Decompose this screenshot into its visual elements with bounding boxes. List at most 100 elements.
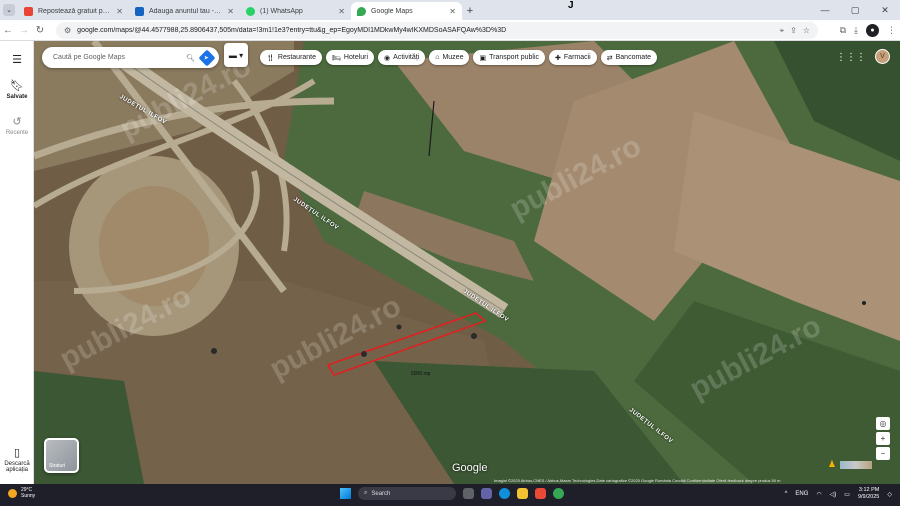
directions-button[interactable]: ➤ — [198, 49, 216, 66]
extensions-icon[interactable]: ⧉ — [840, 25, 846, 36]
minimize-icon[interactable]: — — [810, 0, 840, 20]
bus-icon: ▣ — [479, 54, 487, 62]
back-icon[interactable]: ← — [0, 20, 16, 41]
layers-menu-button[interactable]: ▬ ▾ — [224, 43, 248, 67]
zoom-out-button[interactable]: − — [876, 447, 890, 460]
location-icon[interactable]: ⌖ — [780, 26, 785, 36]
pegman-icon[interactable]: ♟ — [828, 459, 836, 470]
search-icon[interactable]: 🔍︎ — [186, 54, 195, 62]
maps-pin-icon — [357, 6, 366, 16]
taskbar-search[interactable]: ⌕ Search — [358, 487, 456, 500]
teams-icon[interactable] — [481, 488, 492, 499]
camera-icon: ◉ — [384, 54, 391, 62]
system-tray: ^ ENG ◠ ◁) ▭ 3:12 PM 9/9/2025 ◇ — [785, 487, 892, 501]
profile-avatar[interactable]: ● — [866, 24, 879, 37]
share-icon[interactable]: ⇪ — [790, 26, 797, 35]
whatsapp-icon — [246, 6, 255, 16]
google-logo: Google — [452, 462, 488, 474]
sun-icon — [8, 488, 17, 498]
zoom-in-button[interactable]: + — [876, 432, 890, 445]
browser-toolbar: ⧉ ⤓ ● ⋮ — [840, 22, 896, 39]
layers-label: Straturi — [49, 463, 66, 469]
map-controls: ◎ + − — [876, 417, 890, 460]
area-label: 5000 mp — [411, 371, 431, 377]
recent-button[interactable]: ↺ Recente — [0, 115, 34, 136]
close-icon[interactable]: ✕ — [449, 7, 456, 16]
close-window-icon[interactable]: ✕ — [870, 0, 900, 20]
window-controls: — ▢ ✕ — [810, 0, 900, 20]
chip-museums[interactable]: ⌂ Muzee — [429, 50, 470, 65]
maps-sidebar: ☰ 🔖︎ Salvate ↺ Recente ▯ Descarcă aplicația — [0, 41, 34, 484]
maximize-icon[interactable]: ▢ — [840, 0, 870, 20]
task-view-icon[interactable] — [463, 488, 474, 499]
taskbar-center: ⌕ Search — [340, 487, 564, 500]
directions-arrow-icon: ➤ — [204, 55, 210, 61]
close-icon[interactable]: ✕ — [116, 7, 123, 16]
site-info-icon[interactable]: ⚙ — [64, 26, 71, 35]
search-input[interactable]: Caută pe Google Maps — [53, 54, 180, 61]
download-icon[interactable]: ⤓ — [854, 25, 858, 36]
chevron-down-icon: ⌄ — [3, 4, 15, 16]
saved-button[interactable]: 🔖︎ Salvate — [0, 79, 34, 100]
chrome-icon[interactable] — [553, 488, 564, 499]
notification-icon[interactable]: ◇ — [887, 491, 892, 498]
url-field[interactable]: ⚙ google.com/maps/@44.4577988,25.8906437… — [56, 22, 818, 39]
mouse-cursor-icon: J — [568, 0, 574, 11]
volume-icon[interactable]: ◁) — [830, 491, 837, 498]
menu-button[interactable]: ☰ — [0, 53, 34, 68]
search-icon: ⌕ — [364, 490, 368, 496]
layer-thumbnails[interactable] — [840, 461, 872, 469]
chip-pharmacies[interactable]: ✚ Farmacii — [549, 50, 597, 65]
windows-taskbar: 29°C Sunny ⌕ Search ^ ENG ◠ ◁) ▭ 3:12 PM 9/… — [0, 484, 900, 506]
chip-restaurants[interactable]: 🍴︎ Restaurante — [260, 50, 323, 65]
new-tab-button[interactable]: + — [462, 2, 478, 20]
chip-atm[interactable]: ⇄ Bancomate — [600, 50, 658, 65]
tab-whatsapp[interactable]: (1) WhatsApp ✕ — [240, 2, 351, 20]
weather-widget[interactable]: 29°C Sunny — [8, 487, 35, 499]
forward-icon[interactable]: → — [16, 20, 32, 41]
browser-tab-bar: ⌄ Repostează gratuit pentru mai✕ Adauga … — [0, 0, 900, 20]
reload-icon[interactable]: ↻ — [32, 20, 48, 41]
edge-icon[interactable] — [499, 488, 510, 499]
file-explorer-icon[interactable] — [517, 488, 528, 499]
gmail-icon — [24, 6, 33, 16]
satellite-imagery — [34, 41, 900, 484]
chip-public-transport[interactable]: ▣ Transport public — [473, 50, 546, 65]
chevron-up-icon[interactable]: ^ — [785, 491, 788, 497]
layers-icon: ▬ ▾ — [228, 50, 244, 60]
map-attribution[interactable]: Imagini ©2025 Airbus,CNES / Airbus,Maxar… — [494, 478, 780, 483]
museum-icon: ⌂ — [435, 54, 440, 61]
tab-publi24-repost[interactable]: Repostează gratuit pentru mai✕ — [18, 2, 129, 20]
category-chips: 🍴︎ Restaurante 🛏︎ Hoteluri ◉ Activități ⌂ Mu… — [260, 50, 658, 65]
language-indicator[interactable]: ENG — [795, 491, 808, 497]
hamburger-icon: ☰ — [12, 54, 22, 66]
tab-publi24-add[interactable]: Adauga anuntul tau - Publi24✕ — [129, 2, 240, 20]
clock[interactable]: 3:12 PM 9/9/2025 — [858, 487, 879, 501]
satellite-map[interactable]: publi24.ro publi24.ro publi24.ro publi24… — [34, 41, 900, 484]
wifi-icon[interactable]: ◠ — [816, 491, 821, 498]
chip-activities[interactable]: ◉ Activități — [378, 50, 426, 65]
bookmark-star-icon[interactable]: ☆ — [803, 26, 810, 35]
map-search-box[interactable]: Caută pe Google Maps 🔍︎ ➤ — [42, 47, 219, 68]
chip-hotels[interactable]: 🛏︎ Hoteluri — [326, 50, 375, 65]
history-icon: ↺ — [12, 116, 22, 128]
address-bar-row: ← → ↻ ⚙ google.com/maps/@44.4577988,25.8… — [0, 20, 900, 41]
google-apps-icon[interactable]: ⋮⋮⋮ — [836, 52, 866, 63]
layer-switcher[interactable]: Straturi — [44, 438, 79, 473]
my-location-icon[interactable]: ◎ — [876, 417, 890, 430]
menu-dots-icon[interactable]: ⋮ — [887, 25, 896, 36]
bookmark-icon: 🔖︎ — [10, 80, 24, 92]
office-icon[interactable] — [535, 488, 546, 499]
bed-icon: 🛏︎ — [332, 54, 341, 62]
publi24-icon — [135, 6, 144, 16]
tab-search-button[interactable]: ⌄ — [0, 0, 18, 20]
download-app-button[interactable]: ▯ Descarcă aplicația — [0, 446, 34, 473]
windows-start-icon[interactable] — [340, 488, 351, 499]
battery-icon[interactable]: ▭ — [844, 491, 850, 498]
user-avatar[interactable]: V — [875, 49, 890, 64]
close-icon[interactable]: ✕ — [227, 7, 234, 16]
atm-icon: ⇄ — [606, 54, 613, 62]
tab-google-maps[interactable]: Google Maps ✕ — [351, 2, 462, 20]
close-icon[interactable]: ✕ — [338, 7, 345, 16]
fork-knife-icon: 🍴︎ — [266, 54, 275, 62]
